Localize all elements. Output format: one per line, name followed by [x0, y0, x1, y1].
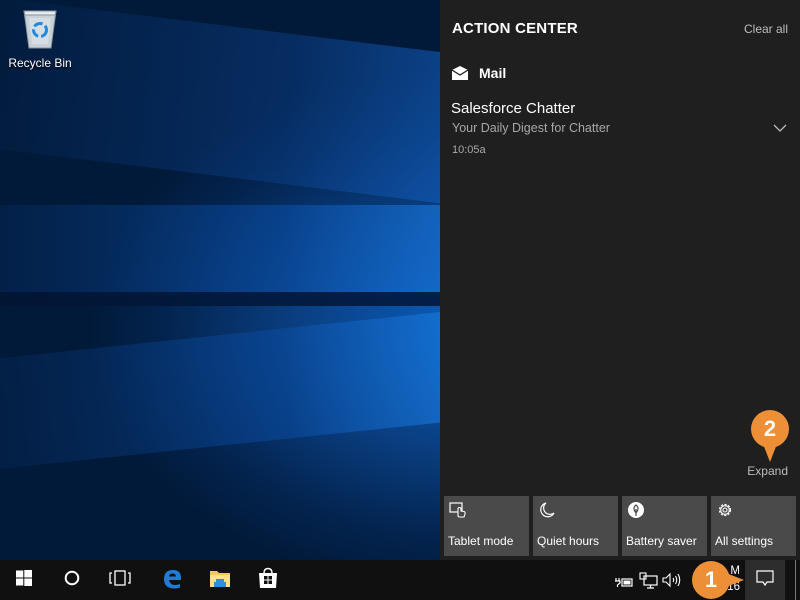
- quick-action-battery-saver[interactable]: Battery saver: [622, 496, 707, 556]
- cortana-circle-icon: [64, 570, 80, 591]
- store-taskbar-button[interactable]: [244, 560, 292, 600]
- notification-app-name: Mail: [479, 65, 507, 81]
- notification-item[interactable]: Salesforce Chatter Your Daily Digest for…: [440, 96, 800, 164]
- quick-action-all-settings[interactable]: All settings: [711, 496, 796, 556]
- quick-action-quiet-hours[interactable]: Quiet hours: [533, 496, 618, 556]
- quick-action-label: Battery saver: [626, 534, 697, 548]
- cortana-button[interactable]: [48, 560, 96, 600]
- gear-icon: [716, 501, 734, 519]
- taskbar: M 16: [0, 560, 800, 600]
- wallpaper-light-beam: [0, 0, 510, 210]
- desktop-icon-recycle-bin[interactable]: Recycle Bin: [4, 6, 76, 70]
- store-bag-icon: [257, 567, 279, 594]
- task-view-button[interactable]: [96, 560, 144, 600]
- wallpaper-dark-band: [0, 292, 440, 306]
- network-icon[interactable]: [639, 571, 659, 589]
- clear-all-button[interactable]: Clear all: [744, 22, 788, 36]
- mail-icon: [451, 66, 469, 80]
- folder-icon: [209, 568, 231, 593]
- speaker-icon[interactable]: [662, 571, 682, 589]
- notification-body: Your Daily Digest for Chatter: [452, 121, 610, 135]
- quick-action-tablet-mode[interactable]: Tablet mode: [444, 496, 529, 556]
- action-center-title: ACTION CENTER: [452, 20, 578, 37]
- quick-actions: Tablet mode Quiet hours Battery saver Al…: [444, 496, 796, 556]
- notification-group-header[interactable]: Mail: [451, 65, 507, 81]
- tablet-mode-icon: [449, 501, 467, 519]
- battery-saver-icon: [627, 501, 645, 519]
- notification-title: Salesforce Chatter: [451, 100, 576, 117]
- recycle-bin-label: Recycle Bin: [8, 56, 72, 70]
- edge-icon: [161, 567, 183, 594]
- start-button[interactable]: [0, 560, 48, 600]
- callout-step-1: 1: [692, 561, 744, 599]
- action-center-button[interactable]: [745, 560, 785, 600]
- action-center-panel: ACTION CENTER Clear all Mail Salesforce …: [440, 0, 800, 560]
- moon-icon: [538, 501, 556, 519]
- windows-logo-icon: [16, 569, 32, 591]
- battery-plug-icon[interactable]: [614, 571, 634, 589]
- quick-action-label: Tablet mode: [448, 534, 514, 548]
- task-view-icon: [109, 569, 131, 591]
- callout-step-2: 2: [751, 410, 789, 462]
- edge-taskbar-button[interactable]: [148, 560, 196, 600]
- notification-bubble-icon: [755, 569, 775, 592]
- wallpaper-light-beam: [0, 306, 506, 473]
- file-explorer-taskbar-button[interactable]: [196, 560, 244, 600]
- show-desktop-button[interactable]: [795, 560, 800, 600]
- expand-quick-actions-link[interactable]: Expand: [747, 464, 788, 478]
- quick-action-label: All settings: [715, 534, 774, 548]
- recycle-bin-icon: [20, 6, 60, 50]
- notification-time: 10:05a: [452, 144, 486, 156]
- chevron-down-icon[interactable]: [770, 120, 790, 136]
- quick-action-label: Quiet hours: [537, 534, 600, 548]
- wallpaper-light-beam: [0, 205, 500, 297]
